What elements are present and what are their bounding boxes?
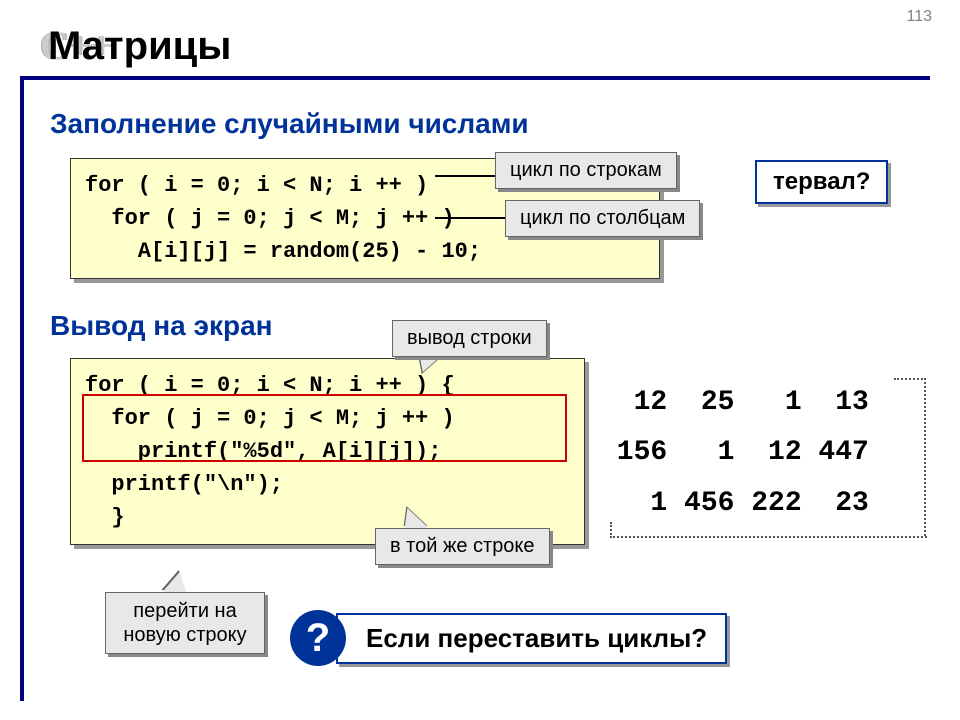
code-output: for ( i = 0; i < N; i ++ ) { for ( j = 0… [70, 358, 585, 545]
dotted-border [924, 378, 926, 536]
interval-question-box: тервал? [755, 160, 888, 204]
page-number: 113 [906, 8, 932, 26]
dotted-border [610, 536, 927, 538]
label-newline: перейти на новую строку [105, 592, 265, 654]
dotted-border [894, 378, 926, 380]
matrix-output: 12 25 1 13 156 1 12 447 1 456 222 23 [600, 378, 869, 529]
question-mark-icon: ? [290, 610, 346, 666]
question-swap-loops: Если переставить циклы? [336, 613, 727, 664]
section-fill-random: Заполнение случайными числами [50, 108, 529, 140]
slide-title: Матрицы [48, 24, 231, 69]
label-col-loop: цикл по столбцам [505, 200, 700, 237]
connector-line-rows [435, 175, 495, 177]
slide: 113 C++ Матрицы Заполнение случайными чи… [0, 0, 960, 720]
connector-line-cols [435, 217, 505, 219]
label-same-line: в той же строке [375, 528, 550, 565]
label-row-output: вывод строки [392, 320, 547, 357]
question-row: ? Если переставить циклы? [290, 610, 727, 666]
label-row-loop: цикл по строкам [495, 152, 677, 189]
section-output: Вывод на экран [50, 310, 273, 342]
